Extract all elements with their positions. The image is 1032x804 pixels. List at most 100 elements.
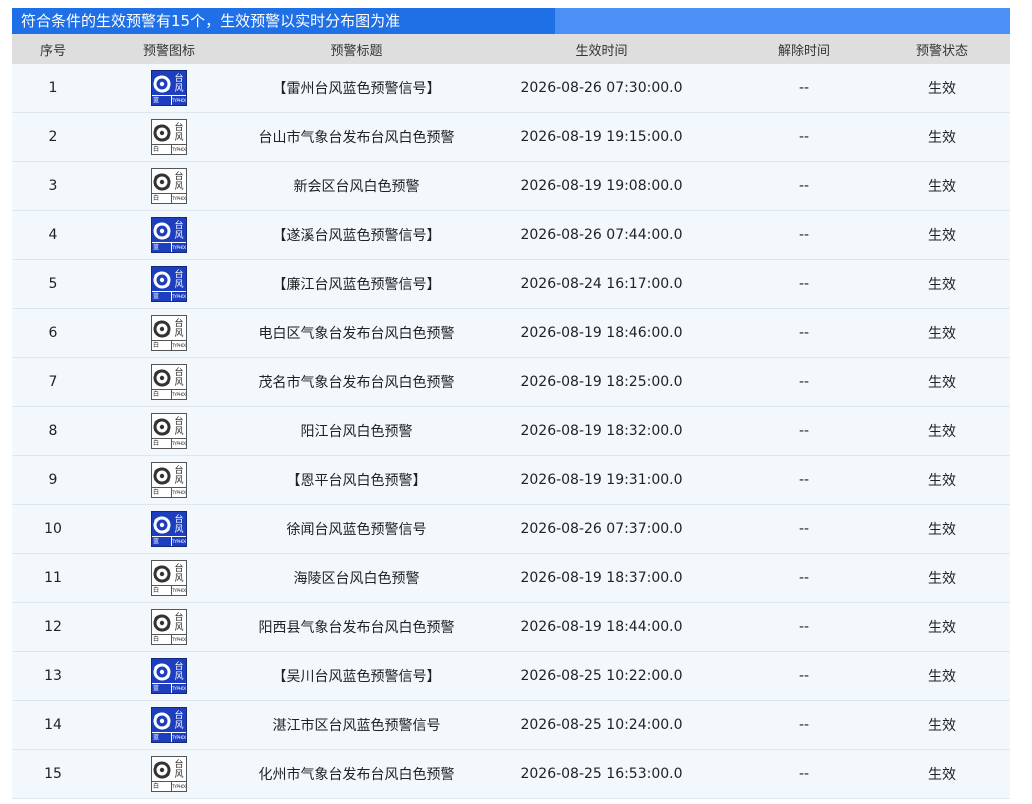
typhoon-warning-icon[interactable]: 台风 白 TYPHOON [151, 168, 187, 204]
table-row[interactable]: 4 台风 蓝 TYPHOON 【遂溪台风蓝色预警信号】 [12, 211, 1010, 260]
warning-title[interactable]: 湛江市区台风蓝色预警信号 [244, 715, 469, 735]
typhoon-swirl-icon [152, 316, 172, 341]
typhoon-warning-icon[interactable]: 台风 白 TYPHOON [151, 462, 187, 498]
typhoon-warning-icon[interactable]: 台风 白 TYPHOON [151, 756, 187, 792]
start-time: 2026-08-25 10:22:00.0 [520, 668, 683, 684]
icon-cn-label: 台风 [174, 269, 184, 290]
table-row[interactable]: 3 台风 白 TYPHOON 新会区台风白色预警 [12, 162, 1010, 211]
table-row[interactable]: 7 台风 白 TYPHOON 茂名市气象台发布台风白色 [12, 358, 1010, 407]
warning-icon-cell: 台风 白 TYPHOON [94, 560, 244, 596]
table-row[interactable]: 8 台风 白 TYPHOON 阳江台风白色预警 [12, 407, 1010, 456]
warning-title[interactable]: 徐闻台风蓝色预警信号 [244, 519, 469, 539]
summary-text: 符合条件的生效预警有15个，生效预警以实时分布图为准 [12, 8, 555, 34]
status-badge: 生效 [928, 767, 956, 783]
warning-title[interactable]: 电白区气象台发布台风白色预警 [244, 323, 469, 343]
start-time: 2026-08-19 19:31:00.0 [520, 472, 683, 488]
end-time: -- [798, 521, 810, 537]
row-index: 9 [48, 472, 58, 488]
typhoon-warning-icon[interactable]: 台风 白 TYPHOON [151, 315, 187, 351]
end-time: -- [798, 717, 810, 733]
icon-cn-label: 台风 [174, 416, 184, 437]
warning-title[interactable]: 台山市气象台发布台风白色预警 [244, 127, 469, 147]
warning-icon-cell: 台风 蓝 TYPHOON [94, 658, 244, 694]
typhoon-warning-icon[interactable]: 台风 蓝 TYPHOON [151, 266, 187, 302]
table-row[interactable]: 9 台风 白 TYPHOON 【恩平台风白色预警】 [12, 456, 1010, 505]
table-row[interactable]: 11 台风 白 TYPHOON 海陵区台风白色预警 [12, 554, 1010, 603]
warning-title[interactable]: 阳西县气象台发布台风白色预警 [244, 617, 469, 637]
start-time: 2026-08-26 07:37:00.0 [520, 521, 683, 537]
warning-title[interactable]: 【雷州台风蓝色预警信号】 [244, 78, 469, 98]
table-row[interactable]: 5 台风 蓝 TYPHOON 【廉江台风蓝色预警信号】 [12, 260, 1010, 309]
warning-title[interactable]: 阳江台风白色预警 [244, 421, 469, 441]
icon-en-label: TYPHOON [172, 343, 186, 348]
status-badge: 生效 [928, 473, 956, 489]
table-row[interactable]: 14 台风 蓝 TYPHOON 湛江市区台风蓝色预警信 [12, 701, 1010, 750]
table-body: 1 台风 蓝 TYPHOON 【雷州台风蓝色预警信号】 [12, 64, 1010, 799]
typhoon-swirl-icon [152, 757, 172, 782]
icon-en-label: TYPHOON [172, 441, 186, 446]
table-row[interactable]: 12 台风 白 TYPHOON 阳西县气象台发布台风白 [12, 603, 1010, 652]
typhoon-warning-icon[interactable]: 台风 蓝 TYPHOON [151, 217, 187, 253]
warning-icon-cell: 台风 白 TYPHOON [94, 609, 244, 645]
table-row[interactable]: 13 台风 蓝 TYPHOON 【吴川台风蓝色预警信号 [12, 652, 1010, 701]
typhoon-warning-icon[interactable]: 台风 白 TYPHOON [151, 560, 187, 596]
warning-title[interactable]: 【吴川台风蓝色预警信号】 [244, 666, 469, 686]
table-row[interactable]: 15 台风 白 TYPHOON 化州市气象台发布台风白 [12, 750, 1010, 799]
icon-level-label: 蓝 [153, 97, 160, 104]
icon-en-label: TYPHOON [172, 784, 186, 789]
icon-en-label: TYPHOON [172, 98, 186, 103]
row-index: 10 [44, 521, 62, 537]
typhoon-warning-icon[interactable]: 台风 白 TYPHOON [151, 609, 187, 645]
typhoon-warning-icon[interactable]: 台风 蓝 TYPHOON [151, 70, 187, 106]
end-time: -- [798, 374, 810, 390]
typhoon-warning-icon[interactable]: 台风 蓝 TYPHOON [151, 658, 187, 694]
warning-title[interactable]: 茂名市气象台发布台风白色预警 [244, 372, 469, 392]
icon-en-label: TYPHOON [172, 637, 186, 642]
warning-title[interactable]: 海陵区台风白色预警 [244, 568, 469, 588]
start-time: 2026-08-26 07:44:00.0 [520, 227, 683, 243]
icon-cn-label: 台风 [174, 367, 184, 388]
typhoon-warning-icon[interactable]: 台风 蓝 TYPHOON [151, 707, 187, 743]
icon-en-label: TYPHOON [172, 392, 186, 397]
typhoon-swirl-icon [152, 463, 172, 488]
typhoon-swirl-icon [152, 561, 172, 586]
table-row[interactable]: 6 台风 白 TYPHOON 电白区气象台发布台风白色 [12, 309, 1010, 358]
icon-en-label: TYPHOON [172, 588, 186, 593]
icon-en-label: TYPHOON [172, 147, 186, 152]
warning-title[interactable]: 【遂溪台风蓝色预警信号】 [244, 225, 469, 245]
row-index: 6 [48, 325, 58, 341]
status-badge: 生效 [928, 277, 956, 293]
end-time: -- [798, 570, 810, 586]
typhoon-swirl-icon [152, 414, 172, 439]
typhoon-warning-icon[interactable]: 台风 白 TYPHOON [151, 119, 187, 155]
table-row[interactable]: 2 台风 白 TYPHOON 台山市气象台发布台风白色 [12, 113, 1010, 162]
icon-level-label: 蓝 [153, 244, 160, 251]
warning-title[interactable]: 化州市气象台发布台风白色预警 [244, 764, 469, 784]
icon-cn-label: 台风 [174, 612, 184, 633]
end-time: -- [798, 423, 810, 439]
header-end-time: 解除时间 [777, 43, 830, 59]
row-index: 14 [44, 717, 62, 733]
row-index: 5 [48, 276, 58, 292]
row-index: 1 [48, 80, 58, 96]
icon-cn-label: 台风 [174, 122, 184, 143]
start-time: 2026-08-25 10:24:00.0 [520, 717, 683, 733]
warning-title[interactable]: 【恩平台风白色预警】 [244, 470, 469, 490]
warning-title[interactable]: 【廉江台风蓝色预警信号】 [244, 274, 469, 294]
icon-level-label: 蓝 [153, 538, 160, 545]
typhoon-warning-icon[interactable]: 台风 白 TYPHOON [151, 364, 187, 400]
icon-level-label: 白 [153, 783, 160, 790]
start-time: 2026-08-19 18:44:00.0 [520, 619, 683, 635]
icon-en-label: TYPHOON [172, 735, 186, 740]
typhoon-swirl-icon [152, 120, 172, 145]
banner-fill [555, 8, 1010, 34]
icon-cn-label: 台风 [174, 563, 184, 584]
start-time: 2026-08-19 18:37:00.0 [520, 570, 683, 586]
table-row[interactable]: 10 台风 蓝 TYPHOON 徐闻台风蓝色预警信号 [12, 505, 1010, 554]
warning-title[interactable]: 新会区台风白色预警 [244, 176, 469, 196]
icon-en-label: TYPHOON [172, 686, 186, 691]
table-row[interactable]: 1 台风 蓝 TYPHOON 【雷州台风蓝色预警信号】 [12, 64, 1010, 113]
typhoon-swirl-icon [152, 365, 172, 390]
typhoon-warning-icon[interactable]: 台风 白 TYPHOON [151, 413, 187, 449]
typhoon-warning-icon[interactable]: 台风 蓝 TYPHOON [151, 511, 187, 547]
